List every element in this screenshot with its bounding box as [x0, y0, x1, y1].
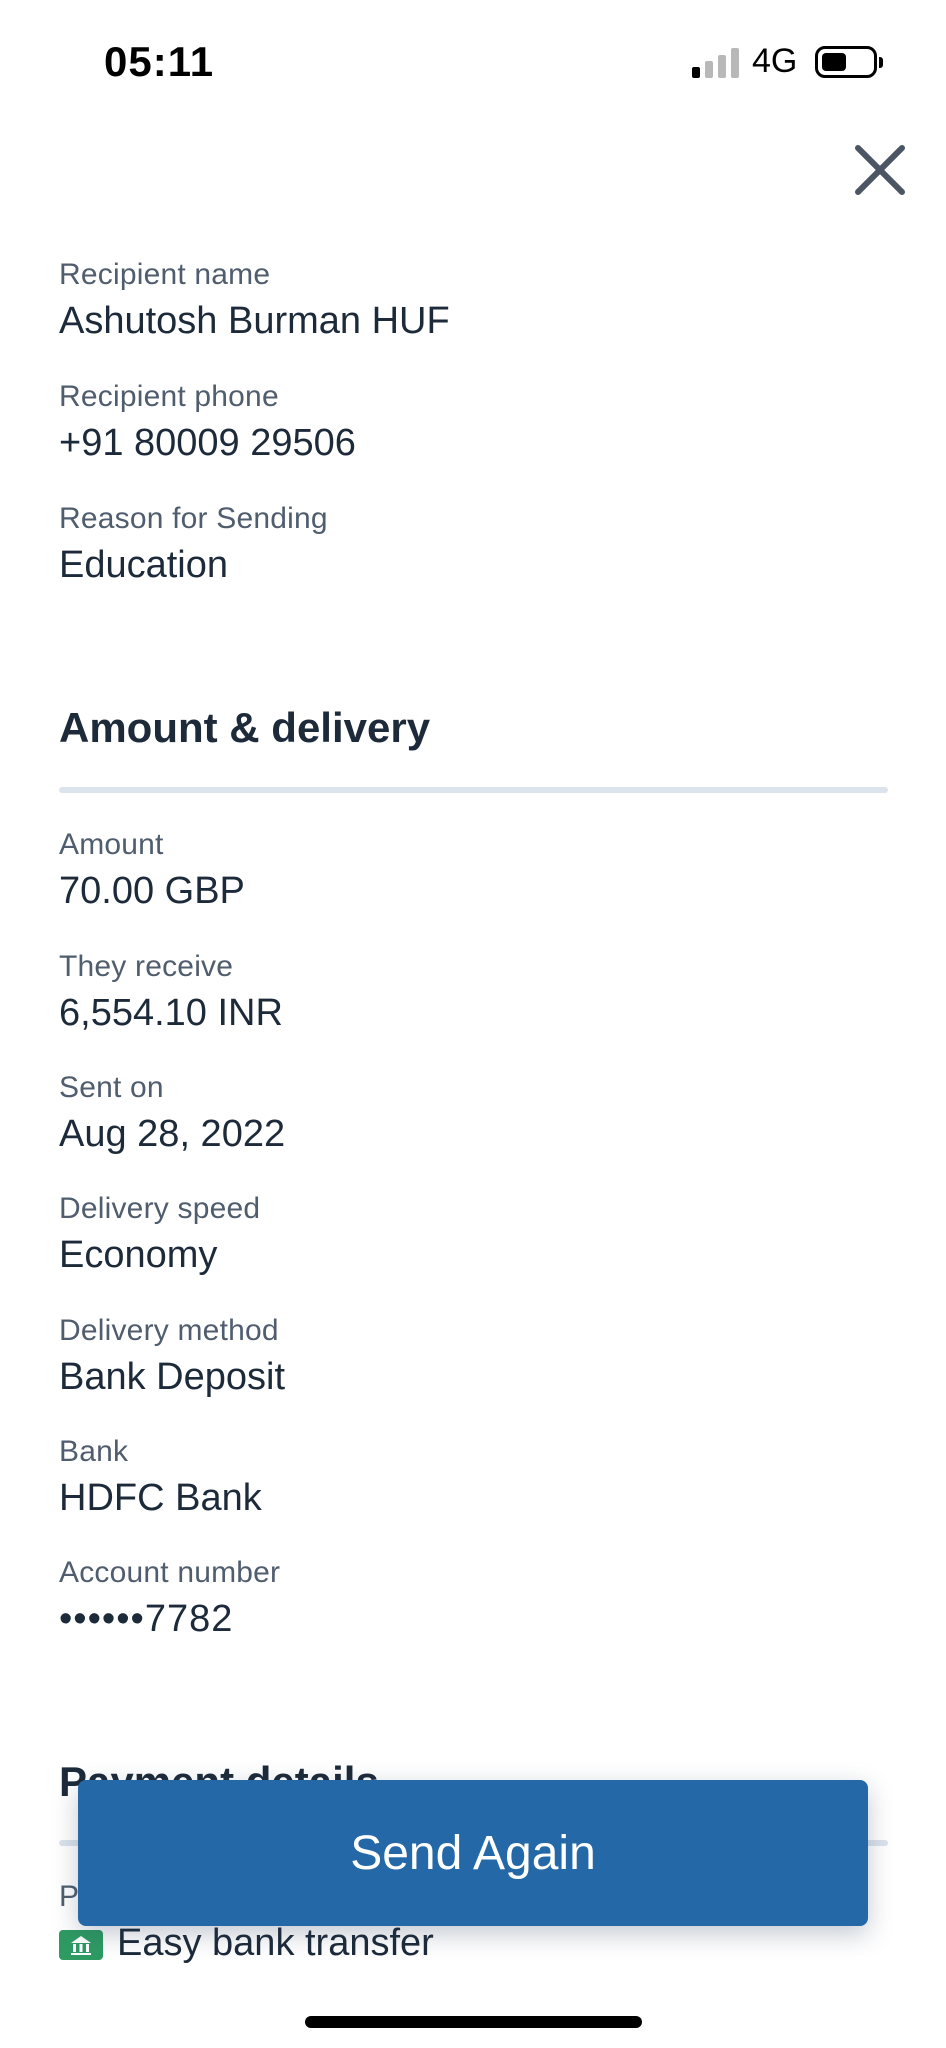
delivery-method-label: Delivery method	[59, 1314, 279, 1347]
account-number-label: Account number	[59, 1556, 281, 1589]
they-receive-label: They receive	[59, 950, 234, 983]
payment-method-label: P	[59, 1880, 80, 1913]
sent-on-label: Sent on	[59, 1071, 164, 1104]
bank-value: HDFC Bank	[59, 1477, 262, 1519]
bank-label: Bank	[59, 1435, 129, 1468]
delivery-method-value: Bank Deposit	[59, 1356, 286, 1398]
close-button[interactable]	[850, 140, 910, 200]
close-icon	[855, 145, 905, 195]
send-again-label: Send Again	[350, 1826, 596, 1880]
reason-value: Education	[59, 544, 229, 586]
recipient-phone-label: Recipient phone	[59, 380, 279, 413]
bank-transfer-icon	[59, 1930, 103, 1960]
recipient-name-value: Ashutosh Burman HUF	[59, 300, 450, 342]
battery-icon	[815, 46, 883, 78]
amount-value: 70.00 GBP	[59, 870, 245, 912]
delivery-speed-label: Delivery speed	[59, 1192, 261, 1225]
cellular-signal-icon	[692, 46, 740, 78]
delivery-speed-value: Economy	[59, 1234, 218, 1276]
sent-on-value: Aug 28, 2022	[59, 1113, 286, 1155]
reason-label: Reason for Sending	[59, 502, 328, 535]
payment-method-value: Easy bank transfer	[117, 1922, 434, 1964]
amount-label: Amount	[59, 828, 164, 861]
recipient-name-label: Recipient name	[59, 258, 271, 291]
account-number-value: ••••••7782	[59, 1598, 234, 1640]
recipient-phone-value: +91 80009 29506	[59, 422, 356, 464]
send-again-button[interactable]: Send Again	[78, 1780, 868, 1926]
network-type: 4G	[752, 42, 798, 80]
they-receive-value: 6,554.10 INR	[59, 992, 283, 1034]
home-indicator[interactable]	[305, 2016, 642, 2028]
amount-delivery-title: Amount & delivery	[59, 704, 431, 751]
status-time: 05:11	[104, 38, 215, 85]
section-divider	[59, 787, 888, 793]
